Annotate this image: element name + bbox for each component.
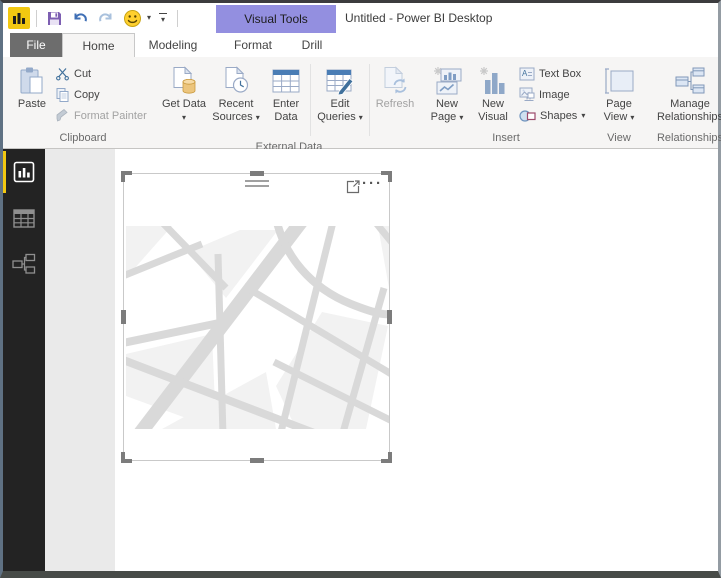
dropdown-caret-icon: ▾ [630, 113, 635, 123]
new-visual-icon [478, 62, 508, 96]
dropdown-caret-icon: ▾ [581, 110, 586, 120]
map-visual[interactable]: ··· [121, 171, 392, 463]
selected-view-indicator [3, 151, 6, 193]
refresh-button[interactable]: Refresh [372, 60, 418, 111]
report-page[interactable]: ··· [115, 149, 718, 571]
resize-handle-bottom-left[interactable] [121, 452, 132, 463]
image-icon [519, 87, 535, 101]
tab-file[interactable]: File [10, 33, 62, 57]
map-placeholder [126, 226, 389, 429]
new-page-button[interactable]: New Page ▾ [424, 60, 470, 124]
resize-handle-bottom-right[interactable] [381, 452, 392, 463]
get-data-icon [170, 62, 198, 96]
copy-icon [56, 88, 69, 102]
canvas-gutter [45, 149, 115, 571]
shapes-icon [519, 109, 536, 122]
format-painter-icon [56, 108, 68, 122]
dropdown-caret-icon: ▾ [358, 113, 363, 123]
enter-data-icon [271, 62, 301, 96]
text-box-button[interactable]: A Text Box [516, 63, 588, 84]
data-view-button[interactable] [3, 195, 45, 241]
data-view-icon [13, 208, 35, 228]
resize-handle-top[interactable] [249, 171, 264, 176]
ribbon-group-insert: New Page ▾ New Visual A Text Box Image S… [422, 57, 590, 148]
tab-modeling[interactable]: Modeling [137, 33, 209, 57]
group-label-view: View [607, 132, 631, 144]
dropdown-caret-icon: ▾ [181, 113, 186, 123]
report-view-button[interactable] [3, 149, 45, 195]
group-label-clipboard: Clipboard [59, 132, 107, 144]
group-label-insert: Insert [492, 132, 520, 144]
contextual-tab-visual-tools[interactable]: Visual Tools [216, 5, 336, 33]
image-button[interactable]: Image [516, 84, 588, 105]
resize-handle-top-left[interactable] [121, 171, 132, 182]
divider [36, 9, 37, 27]
refresh-icon [381, 62, 409, 96]
group-label-relationships: Relationships [656, 132, 721, 144]
feedback-smiley-button[interactable] [121, 7, 143, 29]
group-inner-divider [369, 64, 370, 136]
edit-queries-button[interactable]: Edit Queries ▾ [313, 60, 367, 124]
tab-format[interactable]: Format [219, 33, 287, 57]
title-bar: ▾ ▾ Visual Tools Untitled - Power BI Des… [3, 3, 718, 33]
app-window: ▾ ▾ Visual Tools Untitled - Power BI Des… [0, 0, 721, 578]
text-box-icon: A [519, 67, 535, 80]
edit-queries-icon [325, 62, 355, 96]
focus-mode-icon[interactable] [345, 179, 361, 195]
ribbon-home: Paste Cut Copy Format Painter Clipboard … [3, 57, 721, 153]
recent-sources-icon [222, 62, 250, 96]
customize-toolbar-button[interactable]: ▾ [155, 7, 171, 29]
paste-button[interactable]: Paste [12, 60, 52, 111]
ribbon-group-relationships: Manage Relationships Relationships [648, 57, 721, 148]
get-data-button[interactable]: Get Data ▾ [160, 60, 208, 124]
manage-relationships-icon [674, 62, 706, 96]
power-bi-logo-icon [8, 7, 30, 29]
page-view-icon [603, 62, 635, 96]
ribbon-group-clipboard: Paste Cut Copy Format Painter Clipboard [10, 57, 156, 148]
tab-drill[interactable]: Drill [287, 33, 337, 57]
window-title: Untitled - Power BI Desktop [345, 11, 493, 25]
save-button[interactable] [43, 7, 65, 29]
cut-icon [56, 68, 69, 81]
more-options-icon[interactable]: ··· [362, 175, 383, 192]
cut-button[interactable]: Cut [52, 63, 154, 84]
new-visual-button[interactable]: New Visual [470, 60, 516, 124]
divider [177, 9, 179, 27]
model-view-button[interactable] [3, 241, 45, 287]
ribbon-group-external-data: Get Data ▾ Recent Sources ▾ Enter Data E… [158, 57, 420, 153]
ribbon-tab-row: File Home Modeling Format Drill [3, 33, 718, 57]
redo-button[interactable] [95, 7, 117, 29]
model-view-icon [12, 253, 36, 274]
new-page-icon [431, 62, 463, 96]
recent-sources-button[interactable]: Recent Sources ▾ [208, 60, 264, 124]
report-view-icon [13, 161, 35, 183]
visual-drag-grip-icon[interactable] [244, 180, 269, 190]
customize-toolbar-bar-icon [159, 12, 168, 14]
main-area: ··· [3, 149, 718, 571]
group-inner-divider [310, 64, 311, 136]
manage-relationships-button[interactable]: Manage Relationships [650, 60, 721, 124]
smiley-dropdown-caret-icon[interactable]: ▾ [147, 14, 151, 22]
paste-icon [18, 62, 46, 96]
customize-toolbar-caret-icon: ▾ [161, 14, 166, 24]
format-painter-button[interactable]: Format Painter [52, 105, 154, 126]
enter-data-button[interactable]: Enter Data [264, 60, 308, 124]
quick-access-toolbar: ▾ ▾ [8, 5, 180, 31]
resize-handle-top-right[interactable] [381, 171, 392, 182]
undo-button[interactable] [69, 7, 91, 29]
tab-home[interactable]: Home [62, 33, 135, 57]
dropdown-caret-icon: ▾ [255, 113, 260, 123]
dropdown-caret-icon: ▾ [459, 113, 464, 123]
view-sidebar [3, 149, 45, 571]
resize-handle-bottom[interactable] [249, 458, 264, 463]
svg-text:A: A [522, 69, 528, 78]
shapes-button[interactable]: Shapes ▾ [516, 105, 588, 126]
copy-button[interactable]: Copy [52, 84, 154, 105]
resize-handle-right[interactable] [387, 310, 392, 324]
ribbon-group-view: Page View ▾ View [592, 57, 646, 148]
resize-handle-left[interactable] [121, 310, 126, 324]
page-view-button[interactable]: Page View ▾ [594, 60, 644, 124]
